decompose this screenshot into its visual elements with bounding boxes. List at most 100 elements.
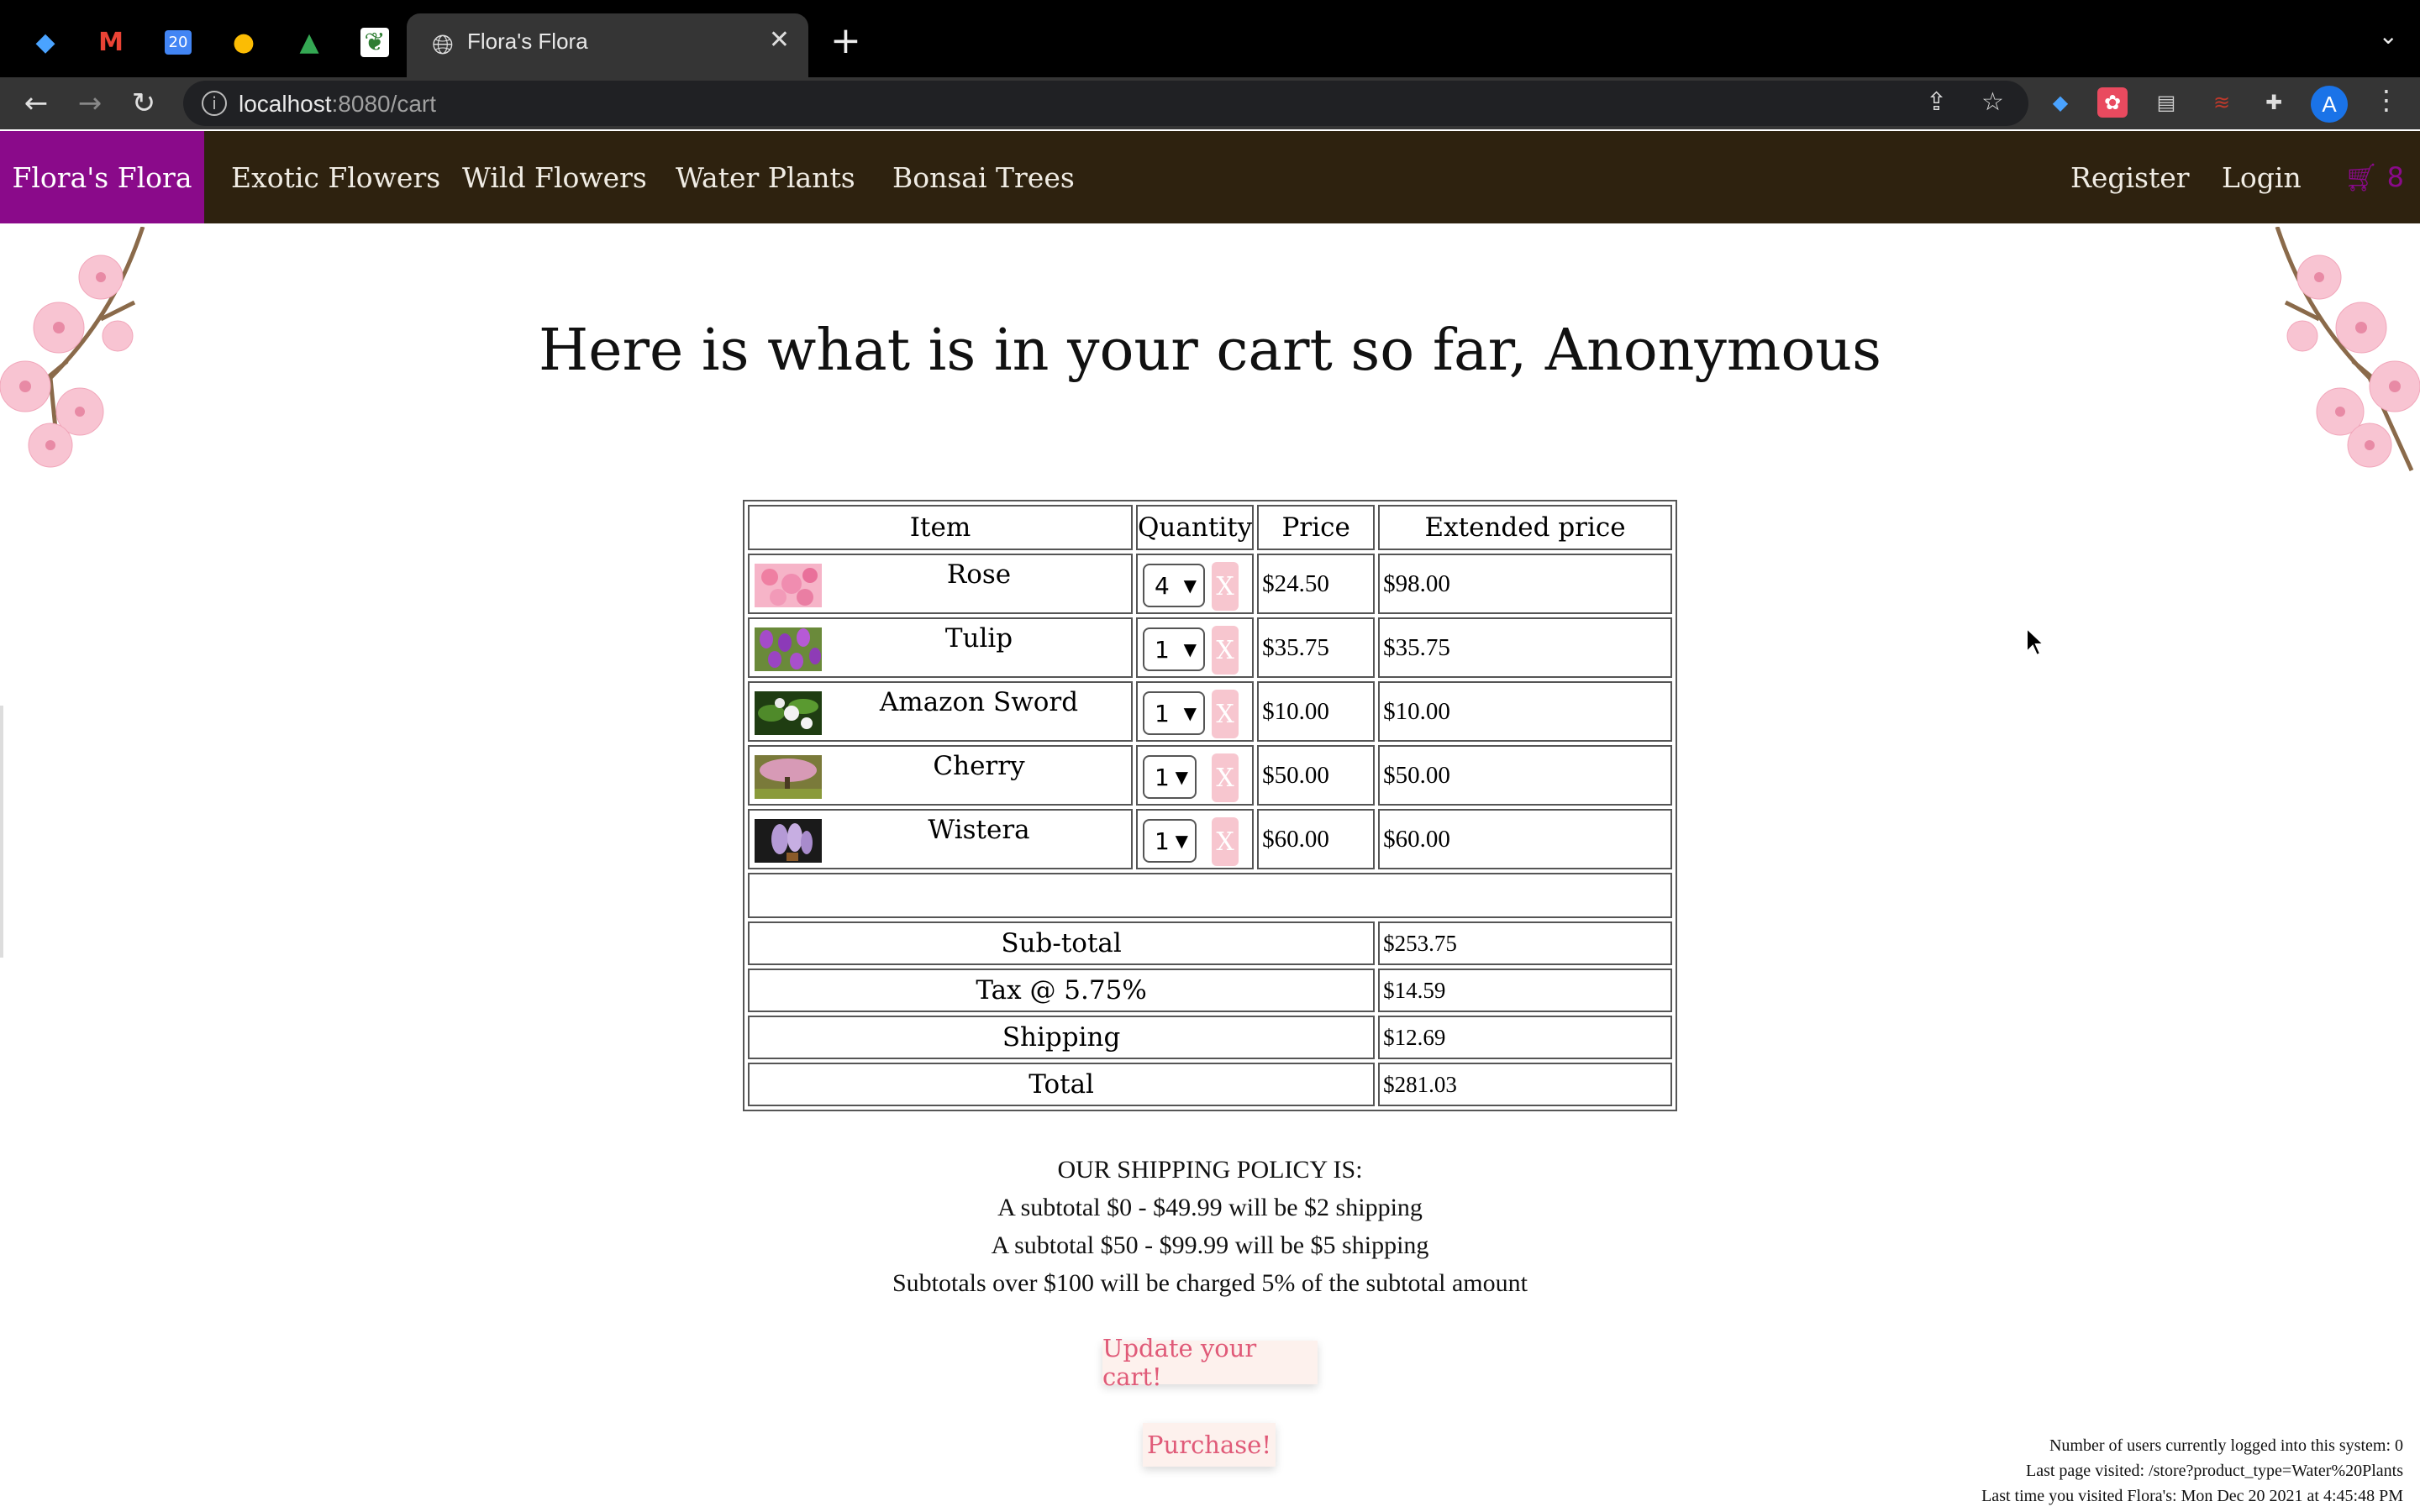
tab-title: Flora's Flora xyxy=(467,29,588,54)
remove-item-button[interactable]: X xyxy=(1212,690,1239,738)
quantity-value: 4 xyxy=(1155,571,1170,600)
cart-icon: 🛒︎ xyxy=(2344,161,2379,193)
quantity-cell: 4 ▼ X xyxy=(1136,554,1255,614)
pinned-tab-gmail[interactable]: M xyxy=(91,22,131,62)
pinned-tab-keep[interactable]: ● xyxy=(224,22,264,62)
nav-link-bonsai-trees[interactable]: Bonsai Trees xyxy=(892,131,1075,223)
brand-link[interactable]: Flora's Flora xyxy=(0,131,204,223)
subtotal-row: Sub-total $253.75 xyxy=(748,921,1672,965)
nav-link-water-plants[interactable]: Water Plants xyxy=(676,131,855,223)
shipping-policy-title: OUR SHIPPING POLICY IS: xyxy=(1057,1156,1363,1184)
remove-item-button[interactable]: X xyxy=(1212,562,1239,611)
keep-icon: ● xyxy=(232,27,255,57)
update-cart-button[interactable]: Update your cart! xyxy=(1102,1334,1318,1391)
header-quantity: Quantity xyxy=(1136,505,1255,550)
spacer-cell xyxy=(748,873,1672,918)
extended-price-cell: $60.00 xyxy=(1378,809,1672,869)
colorful-extension-icon[interactable]: ✿ xyxy=(2097,87,2128,118)
cart-count: 8 xyxy=(2386,161,2404,193)
forward-arrow-icon[interactable]: → xyxy=(71,84,109,123)
item-cell: Rose xyxy=(748,554,1133,614)
login-link[interactable]: Login xyxy=(2222,131,2302,223)
nav-link-wild-flowers[interactable]: Wild Flowers xyxy=(462,131,647,223)
chevron-down-icon: ▼ xyxy=(1183,703,1197,723)
quantity-value: 1 xyxy=(1155,699,1170,727)
price-cell: $50.00 xyxy=(1257,745,1376,806)
pinned-tab-drive[interactable]: ▲ xyxy=(289,22,329,62)
quantity-select[interactable]: 1 ▼ xyxy=(1143,691,1205,735)
cart-row-cherry: Cherry 1 ▼ X $50.00 $50.00 xyxy=(748,745,1672,806)
shipping-policy-line: Subtotals over $100 will be charged 5% o… xyxy=(892,1269,1528,1297)
pinned-tab-leaf[interactable]: ❦ xyxy=(355,22,395,62)
users-logged-in: Number of users currently logged into th… xyxy=(2049,1436,2403,1455)
share-icon[interactable]: ⇪ xyxy=(1926,87,1947,117)
tax-row: Tax @ 5.75% $14.59 xyxy=(748,969,1672,1012)
remove-item-button[interactable]: X xyxy=(1212,753,1239,802)
site-info-icon[interactable]: i xyxy=(202,91,227,116)
cart-row-tulip: Tulip 1 ▼ X $35.75 $35.75 xyxy=(748,617,1672,678)
remove-item-button[interactable]: X xyxy=(1212,626,1239,675)
item-cell: Amazon Sword xyxy=(748,681,1133,742)
quantity-value: 1 xyxy=(1155,635,1170,664)
page-title: Here is what is in your cart so far, Ano… xyxy=(539,318,1881,384)
reload-icon[interactable]: ↻ xyxy=(124,84,163,123)
nav-link-exotic-flowers[interactable]: Exotic Flowers xyxy=(231,131,440,223)
quantity-select[interactable]: 1 ▼ xyxy=(1143,819,1197,863)
cart-link[interactable]: 🛒︎ 8 xyxy=(2344,131,2404,223)
extended-price-cell: $50.00 xyxy=(1378,745,1672,806)
mouse-cursor-icon xyxy=(2026,627,2045,657)
shipping-policy-line: A subtotal $50 - $99.99 will be $5 shipp… xyxy=(991,1231,1429,1259)
cart-row-wistera: Wistera 1 ▼ X $60.00 $60.00 xyxy=(748,809,1672,869)
remove-item-button[interactable]: X xyxy=(1212,817,1239,866)
profile-avatar[interactable]: A xyxy=(2311,86,2348,123)
wistera-thumbnail xyxy=(755,819,822,863)
browser-menu-icon[interactable]: ⋮ xyxy=(2373,84,2400,116)
puzzle-extensions-icon[interactable]: ✚ xyxy=(2259,87,2289,118)
header-price: Price xyxy=(1257,505,1376,550)
quantity-select[interactable]: 1 ▼ xyxy=(1143,627,1205,671)
document-extension-icon[interactable]: ▤ xyxy=(2151,87,2181,118)
extended-price-cell: $98.00 xyxy=(1378,554,1672,614)
tulip-thumbnail xyxy=(755,627,822,671)
address-url: localhost:8080/cart xyxy=(239,91,436,118)
globe-icon: 🌐︎ xyxy=(432,28,454,60)
purchase-button[interactable]: Purchase! xyxy=(1143,1423,1276,1467)
item-cell: Cherry xyxy=(748,745,1133,806)
tab-close-icon[interactable]: ✕ xyxy=(769,25,790,55)
subtotal-label: Sub-total xyxy=(748,921,1376,965)
active-tab[interactable]: 🌐︎ Flora's Flora ✕ xyxy=(407,13,808,77)
cart-row-amazon-sword: Amazon Sword 1 ▼ X $10.00 $10.00 xyxy=(748,681,1672,742)
chevron-down-icon: ▼ xyxy=(1183,639,1197,659)
register-link[interactable]: Register xyxy=(2070,131,2190,223)
extended-price-cell: $10.00 xyxy=(1378,681,1672,742)
quantity-select[interactable]: 1 ▼ xyxy=(1143,755,1197,799)
price-cell: $60.00 xyxy=(1257,809,1376,869)
browser-toolbar: ← → ↻ i localhost:8080/cart ⇪ ☆ ◆ ✿ ▤ ≋ … xyxy=(0,77,2420,129)
cart-table: Item Quantity Price Extended price Rose … xyxy=(743,500,1677,1111)
pinned-tab-calendar[interactable]: 20 xyxy=(158,22,198,62)
address-bar[interactable]: i localhost:8080/cart ⇪ ☆ xyxy=(183,81,2028,126)
back-arrow-icon[interactable]: ← xyxy=(17,84,55,123)
item-cell: Wistera xyxy=(748,809,1133,869)
bookmark-star-icon[interactable]: ☆ xyxy=(1981,87,2004,117)
site-navbar: Flora's Flora Exotic Flowers Wild Flower… xyxy=(0,131,2420,223)
quantity-cell: 1 ▼ X xyxy=(1136,745,1255,806)
last-visit-time: Last time you visited Flora's: Mon Dec 2… xyxy=(1981,1487,2403,1505)
quantity-cell: 1 ▼ X xyxy=(1136,809,1255,869)
rose-thumbnail xyxy=(755,564,822,607)
item-cell: Tulip xyxy=(748,617,1133,678)
session-info: Number of users currently logged into th… xyxy=(1981,1433,2403,1509)
cart-header-row: Item Quantity Price Extended price xyxy=(748,505,1672,550)
shipping-policy: OUR SHIPPING POLICY IS: A subtotal $0 - … xyxy=(0,1151,2420,1302)
pinned-tab-diamond[interactable]: ◆ xyxy=(25,22,66,62)
new-tab-button[interactable]: + xyxy=(830,18,861,64)
gmail-icon: M xyxy=(98,27,124,57)
tab-search-chevron-icon[interactable]: ⌄ xyxy=(2379,22,2398,50)
quantity-select[interactable]: 4 ▼ xyxy=(1143,564,1205,607)
stripes-extension-icon[interactable]: ≋ xyxy=(2207,87,2237,118)
tax-value: $14.59 xyxy=(1378,969,1672,1012)
browser-tabstrip: ◆ M 20 ● ▲ ❦ 🌐︎ Flora's Flora ✕ + ⌄ xyxy=(0,0,2420,77)
diamond-extension-icon[interactable]: ◆ xyxy=(2045,87,2075,118)
subtotal-value: $253.75 xyxy=(1378,921,1672,965)
total-value: $281.03 xyxy=(1378,1063,1672,1106)
